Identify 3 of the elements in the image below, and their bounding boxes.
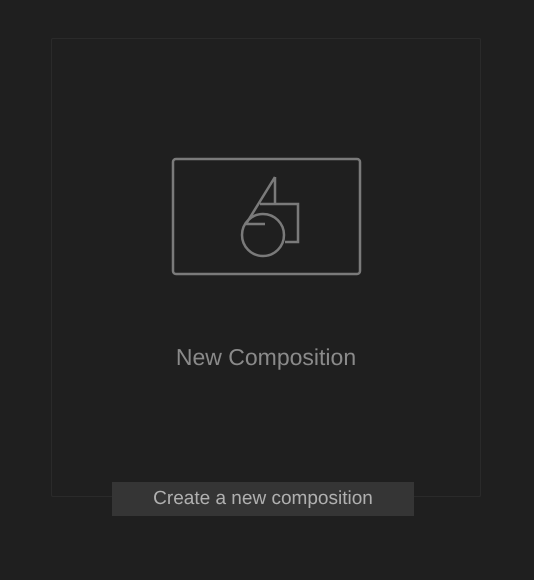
card-title: New Composition: [176, 344, 356, 371]
shapes-frame-icon: [170, 157, 362, 276]
tooltip: Create a new composition: [112, 482, 414, 516]
